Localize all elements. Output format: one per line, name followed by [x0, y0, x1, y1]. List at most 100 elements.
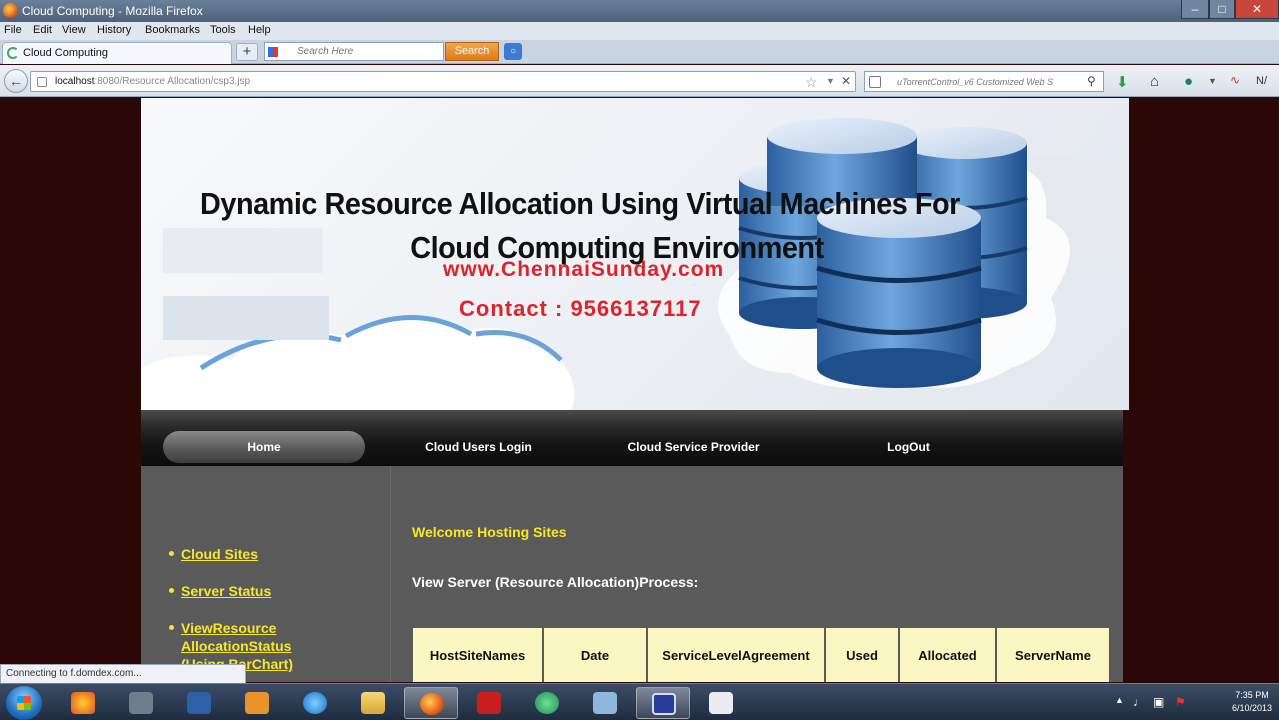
view-title: View Server (Resource Allocation)Process… [412, 574, 699, 590]
taskbar-app-explorer[interactable] [346, 687, 400, 719]
nav-cloud-service-provider[interactable]: Cloud Service Provider [596, 433, 791, 467]
bullet-icon [169, 624, 174, 630]
header-banner: Dynamic Resource Allocation Using Virtua… [141, 98, 1129, 410]
sidebar-link-label: ViewResource [181, 620, 277, 636]
navigation-toolbar: ← localhost:8080/Resource Allocation/csp… [0, 65, 1279, 97]
taskbar-app-network[interactable] [520, 687, 574, 719]
start-button[interactable] [6, 686, 42, 720]
windows-taskbar: ▲ ♩ ▣ ⚑ 7:35 PM 6/10/2013 [0, 683, 1279, 720]
col-date: Date [542, 626, 648, 682]
content-panel: Cloud Sites Server Status ViewResource Al… [141, 466, 1123, 682]
menu-history[interactable]: History [97, 24, 131, 36]
home-icon[interactable]: ⌂ [1150, 73, 1159, 90]
site-identity-icon[interactable] [37, 77, 47, 87]
chart-icon[interactable]: ∿ [1230, 73, 1240, 87]
sidebar-link-cloud-sites[interactable]: Cloud Sites [169, 546, 258, 562]
taskbar-app-player[interactable] [230, 687, 284, 719]
window-controls: – □ ✕ [1181, 0, 1279, 20]
menu-bar: File Edit View History Bookmarks Tools H… [0, 22, 1279, 40]
nav-home[interactable]: Home [163, 431, 365, 463]
tools-app-icon [129, 692, 153, 714]
ide-app-icon [187, 692, 211, 714]
editor-app-icon [593, 692, 617, 714]
stop-icon[interactable]: ✕ [841, 74, 851, 88]
web-page: Dynamic Resource Allocation Using Virtua… [0, 98, 1279, 682]
magnifier-icon[interactable]: ⚲ [1087, 74, 1096, 88]
col-servicelevelagreement: ServiceLevelAgreement [646, 626, 826, 682]
minimize-button[interactable]: – [1181, 0, 1209, 19]
taskbar-app-pdf[interactable] [462, 687, 516, 719]
tray-expand-icon[interactable]: ▲ [1115, 695, 1124, 705]
nav-cloud-users-login[interactable]: Cloud Users Login [381, 433, 576, 467]
banner-headline-line1: Dynamic Resource Allocation Using Virtua… [200, 186, 960, 221]
welcome-heading: Welcome Hosting Sites [412, 524, 567, 540]
taskbar-app-media[interactable] [56, 687, 110, 719]
java-app-icon [709, 692, 733, 714]
toolbar-search-box[interactable]: uTorrentControl_v6 Customized Web S ⚲ [864, 71, 1104, 92]
volume-icon[interactable]: ♩ [1133, 695, 1145, 709]
internet-explorer-icon [303, 692, 327, 714]
action-center-icon[interactable]: ⚑ [1175, 695, 1186, 709]
extension-icon[interactable]: ○ [504, 43, 522, 60]
col-used: Used [824, 626, 900, 682]
system-tray: ▲ ♩ ▣ ⚑ 7:35 PM 6/10/2013 [1109, 684, 1279, 720]
url-dropdown-icon[interactable]: ▼ [826, 76, 835, 86]
taskbar-app-ie[interactable] [288, 687, 342, 719]
menu-file[interactable]: File [4, 24, 22, 36]
back-arrow-icon[interactable]: ← [4, 69, 28, 93]
url-host: localhost [55, 76, 95, 87]
download-arrow-icon[interactable]: ⬇ [1116, 73, 1129, 91]
tab-search-input[interactable] [297, 44, 437, 59]
address-bar[interactable]: localhost:8080/Resource Allocation/csp3.… [30, 71, 856, 92]
col-hostsitenames: HostSiteNames [411, 626, 544, 682]
loading-spinner-icon [7, 47, 19, 59]
nav-logout[interactable]: LogOut [811, 433, 1006, 467]
bullet-icon [169, 550, 174, 556]
sidebar-link-label: AllocationStatus [181, 638, 292, 654]
bookmark-star-icon[interactable]: ☆ [805, 74, 818, 91]
menu-view[interactable]: View [62, 24, 86, 36]
taskbar-app-ide[interactable] [172, 687, 226, 719]
banner-website: www.ChennaiSunday.com [443, 258, 725, 281]
url-text: localhost:8080/Resource Allocation/csp3.… [55, 76, 250, 87]
search-engine-icon [268, 47, 278, 57]
clock[interactable]: 7:35 PM 6/10/2013 [1229, 689, 1275, 715]
clock-time: 7:35 PM [1235, 690, 1269, 700]
toolbar-search-text: uTorrentControl_v6 Customized Web S [897, 77, 1054, 87]
sidebar-link-server-status[interactable]: Server Status [169, 583, 271, 599]
menu-edit[interactable]: Edit [33, 24, 52, 36]
col-allocated: Allocated [898, 626, 997, 682]
allocation-table: HostSiteNames Date ServiceLevelAgreement… [411, 626, 1111, 682]
taskbar-app-java[interactable] [694, 687, 748, 719]
pdf-reader-icon [477, 692, 501, 714]
tab-label: Cloud Computing [23, 47, 108, 59]
window-titlebar: Cloud Computing - Mozilla Firefox – □ ✕ [0, 0, 1279, 22]
taskbar-app-console[interactable] [636, 687, 690, 719]
maximize-button[interactable]: □ [1209, 0, 1235, 19]
close-button[interactable]: ✕ [1235, 0, 1279, 19]
globe-icon[interactable]: ● [1184, 73, 1193, 90]
col-servername: ServerName [995, 626, 1111, 682]
bullet-icon [169, 587, 174, 593]
new-tab-button[interactable]: + [236, 43, 258, 61]
taskbar-app-tools[interactable] [114, 687, 168, 719]
player-app-icon [245, 692, 269, 714]
dropdown-icon[interactable]: ▼ [1208, 76, 1217, 86]
banner-contact: Contact : 9566137117 [459, 296, 702, 321]
window-title: Cloud Computing - Mozilla Firefox [22, 4, 203, 18]
search-engine-icon[interactable] [869, 76, 881, 88]
menu-tools[interactable]: Tools [210, 24, 236, 36]
taskbar-app-firefox[interactable] [404, 687, 458, 719]
folder-icon [361, 692, 385, 714]
tab-cloud-computing[interactable]: Cloud Computing [2, 42, 232, 64]
media-app-icon [71, 692, 95, 714]
menu-bookmarks[interactable]: Bookmarks [145, 24, 200, 36]
sidebar-link-label: Cloud Sites [181, 546, 259, 562]
network-tray-icon[interactable]: ▣ [1153, 695, 1164, 709]
url-path: :8080/Resource Allocation/csp3.jsp [94, 76, 251, 87]
menu-help[interactable]: Help [248, 24, 271, 36]
clock-date: 6/10/2013 [1231, 703, 1273, 713]
taskbar-app-editor[interactable] [578, 687, 632, 719]
sidebar: Cloud Sites Server Status ViewResource Al… [141, 466, 391, 682]
search-button[interactable]: Search [445, 42, 499, 61]
